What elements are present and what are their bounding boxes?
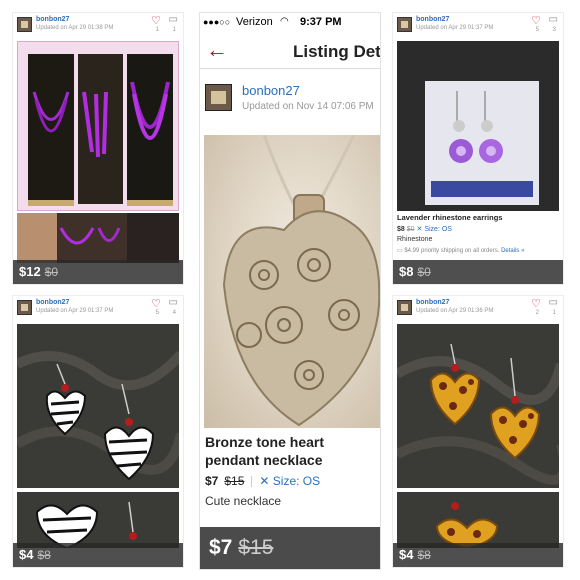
comment-count: 1 [552,310,556,316]
original-price: $8 [37,548,51,562]
listing-image[interactable] [397,324,559,488]
updated-time: Updated on Apr 29 01:37 PM [36,308,114,314]
price: $8 [399,264,414,279]
comment-icon[interactable]: ▭ [169,14,178,25]
listing-description: Cute necklace [205,494,282,508]
small-price: $8 [397,226,405,233]
comment-count: 1 [172,27,176,33]
like-count: 2 [535,310,539,316]
details-link[interactable]: Details » [501,248,524,254]
listing-card-zebra-earrings[interactable]: bonbon27 Updated on Apr 29 01:37 PM ♡ ▭ … [12,295,184,568]
heart-icon[interactable]: ♡ [531,297,541,310]
shipping-note: ▭ $4.99 priority shipping on all orders.… [397,248,525,254]
card-header: bonbon27 Updated on Apr 29 01:37 PM ♡ ▭ … [393,13,563,39]
bar-original-price: $15 [238,536,274,559]
price: $12 [19,264,41,279]
updated-time: Updated on Apr 29 01:38 PM [36,25,114,31]
back-arrow-icon[interactable]: ← [206,37,228,63]
listing-title: Bronze tone heart pendant necklace [205,434,325,468]
leopard-earrings-photo [397,324,559,488]
listing-title[interactable]: Lavender rhinestone earrings [397,213,524,222]
comment-count: 4 [172,310,176,316]
nav-title: Listing Det [293,42,381,61]
listing-image[interactable] [17,41,179,211]
bar-price: $7 [209,536,233,559]
avatar[interactable] [17,17,32,32]
size-label: ✕ Size: OS [259,474,321,488]
updated-time: Updated on Apr 29 01:36 PM [416,308,494,314]
listing-image-secondary[interactable] [17,492,179,548]
heart-icon[interactable]: ♡ [531,14,541,27]
like-count: 1 [155,27,159,33]
price-bar: $12 $0 [13,260,183,284]
zebra-earrings-photo-2 [17,492,179,548]
username[interactable]: bonbon27 [36,16,69,23]
seller-avatar[interactable] [205,84,232,111]
seller-row[interactable]: bonbon27 Updated on Nov 14 07:06 PM [200,69,380,127]
purple-beads-photo-2 [17,213,179,263]
purple-beads-photo [18,42,178,210]
avatar[interactable] [397,17,412,32]
like-count: 5 [155,310,159,316]
avatar[interactable] [17,300,32,315]
listing-info: Lavender rhinestone earrings $8 $0 ✕ Siz… [397,213,524,254]
size-label: ✕ Size: OS [416,226,452,233]
lavender-earrings-photo [397,41,559,211]
price-bar: $4 $8 [393,543,563,567]
like-count: 5 [535,27,539,33]
listing-card-leopard-earrings[interactable]: bonbon27 Updated on Apr 29 01:36 PM ♡ ▭ … [392,295,564,568]
seller-updated-time: Updated on Nov 14 07:06 PM [242,101,374,112]
listing-image-secondary[interactable] [17,213,179,263]
comment-count: 3 [552,27,556,33]
listing-original-price: $15 [224,474,245,488]
price-bar: $7 $15 [200,527,380,569]
price-bar: $4 $8 [13,543,183,567]
heart-icon[interactable]: ♡ [151,297,161,310]
hanger-icon: ✕ [259,474,270,488]
listing-card-purple-beads[interactable]: bonbon27 Updated on Apr 29 01:38 PM ♡ ▭ … [12,12,184,285]
username[interactable]: bonbon27 [36,299,69,306]
heart-icon[interactable]: ♡ [151,14,161,27]
listing-image-secondary[interactable] [397,492,559,548]
truck-icon: ▭ [397,248,403,254]
listing-main-image[interactable] [204,135,380,428]
original-price: $0 [44,265,59,279]
price-row: $8 $0 ✕ Size: OS [397,225,524,233]
seller-username[interactable]: bonbon27 [242,83,300,98]
wifi-icon: ◠ [280,16,289,27]
price: $4 [19,547,34,562]
original-price: $8 [417,548,431,562]
listing-image[interactable] [17,324,179,488]
listing-card-lavender-earrings[interactable]: bonbon27 Updated on Apr 29 01:37 PM ♡ ▭ … [392,12,564,285]
avatar[interactable] [397,300,412,315]
listing-image[interactable] [397,41,559,211]
original-price: $0 [417,265,431,279]
hanger-icon: ✕ [416,226,423,233]
comment-icon[interactable]: ▭ [549,14,558,25]
comment-icon[interactable]: ▭ [549,297,558,308]
phone-listing-detail: ●●●○○ Verizon ◠ 9:37 PM ← Listing Det bo… [199,12,381,570]
username[interactable]: bonbon27 [416,299,449,306]
comment-icon[interactable]: ▭ [169,297,178,308]
collage: bonbon27 Updated on Apr 29 01:38 PM ♡ ▭ … [0,0,580,580]
signal-strength: ●●●○○ [203,17,231,27]
updated-time: Updated on Apr 29 01:37 PM [416,25,494,31]
heart-pendant-photo [222,135,380,427]
carrier-name: Verizon [236,16,273,28]
listing-price: $7 [205,474,219,488]
small-orig-price: $0 [406,226,415,233]
price-bar: $8 $0 [393,260,563,284]
card-header: bonbon27 Updated on Apr 29 01:36 PM ♡ ▭ … [393,296,563,322]
listing-price-row: $7 $15 ✕ Size: OS [205,474,320,488]
username[interactable]: bonbon27 [416,16,449,23]
status-time: 9:37 PM [300,16,342,28]
leopard-earrings-photo-2 [397,492,559,548]
zebra-earrings-photo [17,324,179,488]
card-header: bonbon27 Updated on Apr 29 01:38 PM ♡ ▭ … [13,13,183,39]
status-bar: ●●●○○ Verizon ◠ 9:37 PM [200,13,380,33]
nav-bar: ← Listing Det [200,33,380,69]
brand: Rhinestone [397,236,433,243]
price: $4 [399,547,414,562]
card-header: bonbon27 Updated on Apr 29 01:37 PM ♡ ▭ … [13,296,183,322]
